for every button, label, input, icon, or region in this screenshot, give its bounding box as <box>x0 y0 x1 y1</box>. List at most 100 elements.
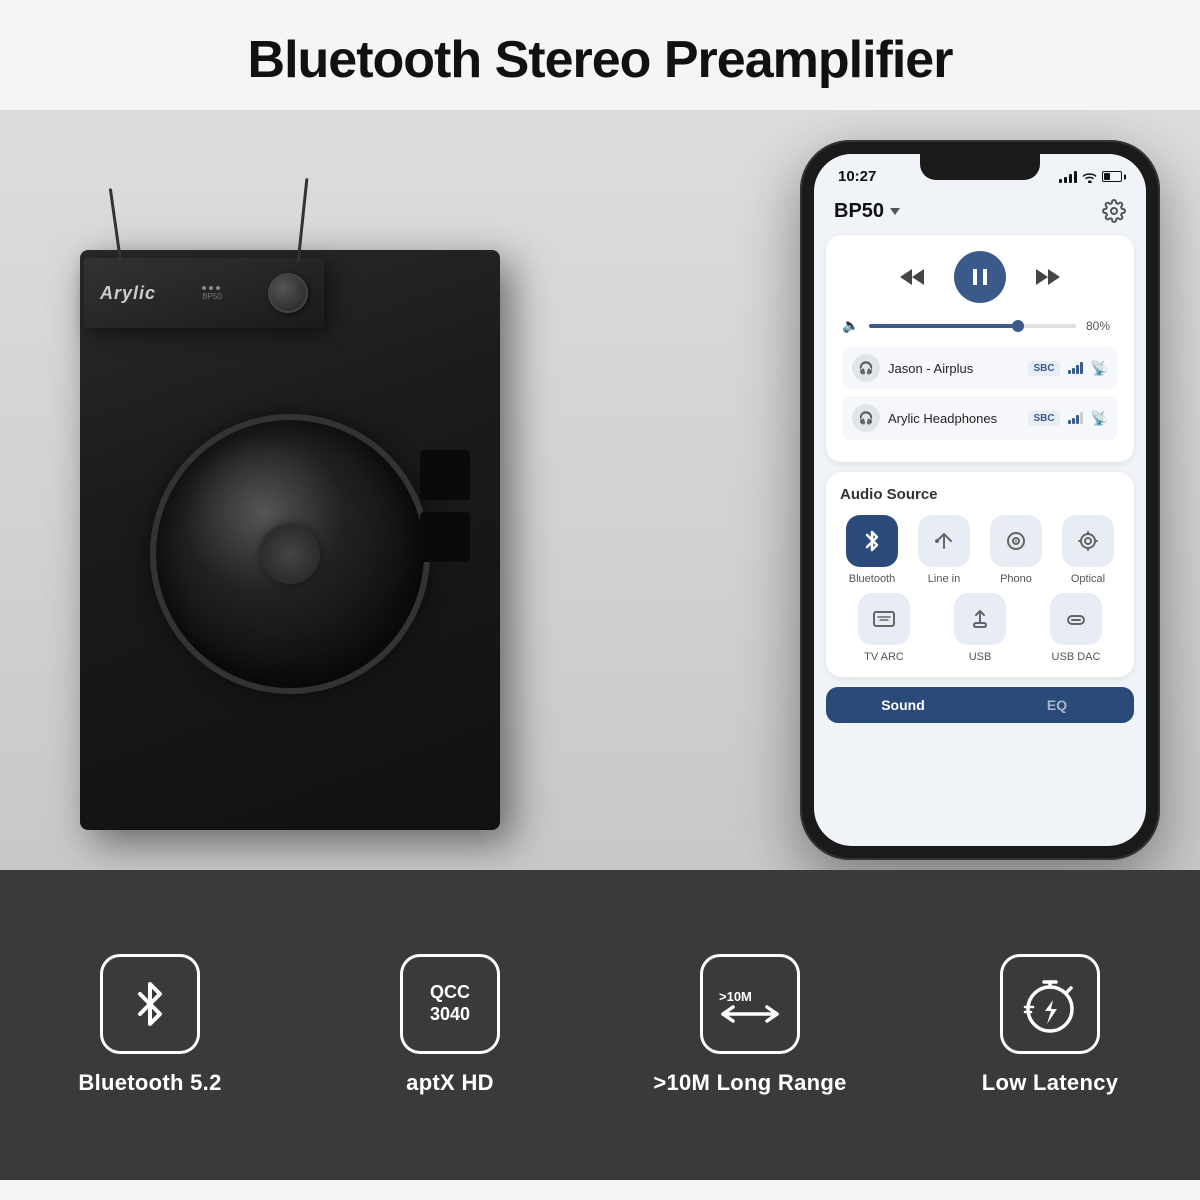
bluetooth-feature-icon-box <box>100 954 200 1054</box>
sig-bar-4 <box>1080 362 1083 374</box>
latency-feature-label: Low Latency <box>982 1070 1119 1096</box>
signal-bar-3 <box>1069 174 1072 183</box>
volume-fill <box>869 324 1018 328</box>
signal-bar-1 <box>1059 179 1062 183</box>
sig-bar-2 <box>1072 368 1075 374</box>
sig-bar-6 <box>1072 418 1075 424</box>
fast-forward-button[interactable] <box>1034 263 1062 291</box>
volume-row: 🔈 80% <box>842 317 1118 334</box>
signal-bars-icon <box>1059 171 1077 183</box>
tab-eq[interactable]: EQ <box>980 687 1134 723</box>
device-row-1[interactable]: 🎧 Jason - Airplus SBC 📡 <box>842 346 1118 390</box>
qcc-text: QCC3040 <box>430 982 470 1025</box>
device-2-name: Arylic Headphones <box>888 411 1020 426</box>
device-name[interactable]: BP50 <box>834 200 900 223</box>
tab-sound[interactable]: Sound <box>826 687 980 723</box>
speaker-box <box>80 250 500 830</box>
phone-screen: 10:27 <box>814 154 1146 846</box>
optical-label: Optical <box>1071 573 1105 585</box>
signal-bar-2 <box>1064 177 1067 183</box>
sig-bar-8 <box>1080 412 1083 424</box>
cast-icon-2[interactable]: 📡 <box>1091 410 1108 427</box>
svg-text:>10M: >10M <box>719 989 752 1004</box>
latency-feature-icon <box>1015 974 1085 1034</box>
linein-source-icon <box>918 515 970 567</box>
phono-source-icon <box>990 515 1042 567</box>
source-item-linein[interactable]: Line in <box>912 515 976 585</box>
volume-bar[interactable] <box>869 324 1076 328</box>
device-2-codec: SBC <box>1028 411 1059 426</box>
volume-icon: 🔈 <box>842 317 859 334</box>
source-item-usbdac[interactable]: USB DAC <box>1032 593 1120 663</box>
sig-bar-5 <box>1068 420 1071 424</box>
headphone-icon-2: 🎧 <box>852 404 880 432</box>
optical-source-icon <box>1062 515 1114 567</box>
source-item-optical[interactable]: Optical <box>1056 515 1120 585</box>
feature-latency: Low Latency <box>900 954 1200 1096</box>
play-pause-button[interactable] <box>954 251 1006 303</box>
volume-thumb[interactable] <box>1012 320 1024 332</box>
source-grid-row2: TV ARC USB <box>840 593 1120 663</box>
bluetooth-feature-label: Bluetooth 5.2 <box>78 1070 221 1096</box>
usb-label: USB <box>969 651 992 663</box>
amp-model: BP50 <box>202 292 222 301</box>
phone-frame: 10:27 <box>800 140 1160 860</box>
aptx-feature-icon-box: QCC3040 <box>400 954 500 1054</box>
notch <box>920 154 1040 180</box>
audio-source-title: Audio Source <box>840 486 1120 503</box>
latency-feature-icon-box <box>1000 954 1100 1054</box>
cast-icon-1[interactable]: 📡 <box>1091 360 1108 377</box>
app-header: BP50 <box>814 191 1146 235</box>
product-area: Arylic BP50 <box>0 110 1200 870</box>
tvarc-source-icon <box>858 593 910 645</box>
range-feature-label: >10M Long Range <box>653 1070 846 1096</box>
headphone-icon-1: 🎧 <box>852 354 880 382</box>
bluetooth-label: Bluetooth <box>849 573 895 585</box>
sig-bar-1 <box>1068 370 1071 374</box>
tab-bar: Sound EQ <box>826 687 1134 723</box>
battery-icon <box>1102 171 1122 182</box>
bluetooth-feature-icon <box>120 974 180 1034</box>
product-scene: Arylic BP50 <box>0 110 680 870</box>
page-title: Bluetooth Stereo Preamplifier <box>0 0 1200 110</box>
audio-source-card: Audio Source Bluetooth <box>826 472 1134 677</box>
source-item-usb[interactable]: USB <box>936 593 1024 663</box>
source-grid-row1: Bluetooth Line in <box>840 515 1120 585</box>
rewind-button[interactable] <box>898 263 926 291</box>
amp-volume-knob[interactable] <box>268 273 308 313</box>
player-controls <box>842 251 1118 303</box>
settings-button[interactable] <box>1102 199 1126 223</box>
feature-range: >10M >10M Long Range <box>600 954 900 1096</box>
port-hole-2 <box>420 512 470 562</box>
feature-bar: Bluetooth 5.2 QCC3040 aptX HD >10M >10M … <box>0 870 1200 1180</box>
linein-label: Line in <box>928 573 960 585</box>
amp-controls: BP50 <box>202 286 222 301</box>
phone: 10:27 <box>800 140 1160 860</box>
phono-label: Phono <box>1000 573 1032 585</box>
device-1-name: Jason - Airplus <box>888 361 1020 376</box>
status-icons <box>1059 171 1122 183</box>
gear-icon <box>1102 199 1126 223</box>
tvarc-label: TV ARC <box>864 651 904 663</box>
dropdown-arrow-icon[interactable] <box>890 208 900 215</box>
aptx-feature-label: aptX HD <box>406 1070 494 1096</box>
source-item-bluetooth[interactable]: Bluetooth <box>840 515 904 585</box>
device-row-2[interactable]: 🎧 Arylic Headphones SBC 📡 <box>842 396 1118 440</box>
source-item-tvarc[interactable]: TV ARC <box>840 593 928 663</box>
range-feature-icon: >10M <box>715 979 785 1029</box>
amp-brand: Arylic <box>100 283 156 304</box>
range-feature-icon-box: >10M <box>700 954 800 1054</box>
device-1-codec: SBC <box>1028 361 1059 376</box>
player-card: 🔈 80% 🎧 Jason - Airplus SBC <box>826 235 1134 462</box>
feature-aptx: QCC3040 aptX HD <box>300 954 600 1096</box>
sig-bar-7 <box>1076 415 1079 424</box>
amp-unit: Arylic BP50 <box>84 258 324 328</box>
status-time: 10:27 <box>838 168 876 185</box>
port-area <box>420 450 470 562</box>
bluetooth-source-icon <box>846 515 898 567</box>
source-item-phono[interactable]: Phono <box>984 515 1048 585</box>
speaker-cone <box>150 414 430 694</box>
usbdac-source-icon <box>1050 593 1102 645</box>
wifi-icon <box>1082 171 1097 183</box>
sig-bar-3 <box>1076 365 1079 374</box>
